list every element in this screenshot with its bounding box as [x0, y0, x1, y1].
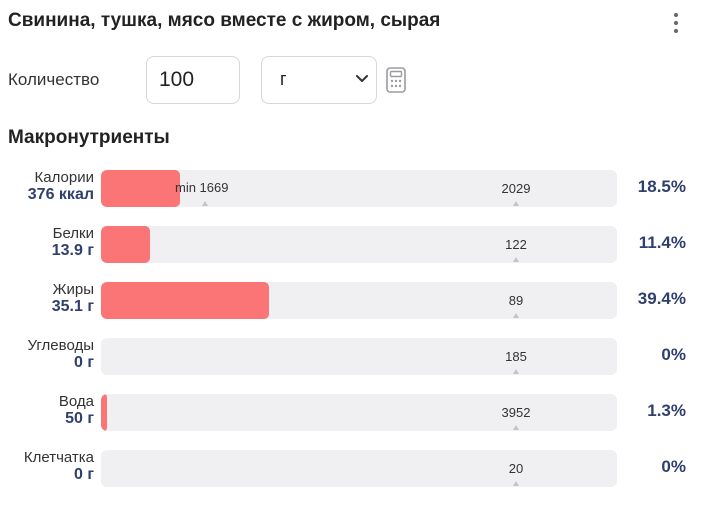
chevron-down-icon	[356, 75, 368, 82]
macro-row: Калории 376 ккал 2029 18.5% min 1669	[0, 169, 708, 211]
macro-name: Клетчатка	[23, 449, 94, 466]
macro-bar-track: 20	[101, 450, 617, 487]
macro-amount: 13.9 г	[51, 242, 94, 259]
macro-ref-tick	[513, 201, 519, 206]
kebab-menu-icon[interactable]	[666, 10, 686, 36]
macro-ref-label: 20	[508, 461, 524, 476]
macro-ref-tick	[513, 369, 519, 374]
macro-percent: 39.4%	[637, 289, 686, 308]
macro-name: Углеводы	[27, 337, 94, 354]
macro-min-tick	[202, 201, 208, 206]
quantity-input[interactable]	[146, 56, 240, 104]
macro-ref-tick	[513, 425, 519, 430]
macro-bar-fill	[101, 226, 150, 263]
unit-select[interactable]: г	[261, 56, 377, 104]
macro-bar-track: 122	[101, 226, 617, 263]
macro-amount: 35.1 г	[51, 298, 94, 315]
macros-title: Макронутриенты	[8, 127, 170, 148]
macro-amount: 0 г	[73, 466, 94, 483]
macro-bar-fill	[101, 282, 269, 319]
calculator-icon[interactable]	[386, 67, 406, 93]
macro-percent: 0%	[661, 345, 686, 364]
macro-ref-tick	[513, 481, 519, 486]
macro-name: Белки	[52, 225, 94, 242]
macro-ref-label: 122	[505, 237, 527, 252]
macro-amount: 376 ккал	[27, 186, 94, 203]
food-title: Свинина, тушка, мясо вместе с жиром, сыр…	[8, 10, 441, 31]
macro-ref-label: 89	[508, 293, 524, 308]
macro-ref-tick	[513, 257, 519, 262]
unit-select-value: г	[280, 69, 287, 89]
macro-bar-track: 89	[101, 282, 617, 319]
macro-ref-label: 185	[505, 349, 527, 364]
macro-bar-track: 3952	[101, 394, 617, 431]
macro-percent: 18.5%	[637, 177, 686, 196]
macro-row: Клетчатка 0 г 20 0%	[0, 449, 708, 491]
macro-row: Жиры 35.1 г 89 39.4%	[0, 281, 708, 323]
macro-percent: 1.3%	[647, 401, 686, 420]
macro-name: Жиры	[52, 281, 94, 298]
macro-ref-tick	[513, 313, 519, 318]
macro-ref-label: 2029	[501, 181, 531, 196]
macro-percent: 0%	[661, 457, 686, 476]
macro-ref-label: 3952	[501, 405, 531, 420]
macro-bar-fill	[101, 394, 107, 431]
macro-name: Калории	[34, 169, 94, 186]
macro-bar-track: 185	[101, 338, 617, 375]
macro-percent: 11.4%	[638, 233, 686, 252]
quantity-label: Количество	[8, 70, 100, 89]
macro-amount: 0 г	[73, 354, 94, 371]
macro-row: Углеводы 0 г 185 0%	[0, 337, 708, 379]
macro-amount: 50 г	[65, 410, 94, 427]
macro-row: Белки 13.9 г 122 11.4%	[0, 225, 708, 267]
macro-min-label: min 1669	[175, 180, 229, 195]
macro-name: Вода	[58, 393, 94, 410]
macro-row: Вода 50 г 3952 1.3%	[0, 393, 708, 435]
macro-bar-fill	[101, 170, 180, 207]
